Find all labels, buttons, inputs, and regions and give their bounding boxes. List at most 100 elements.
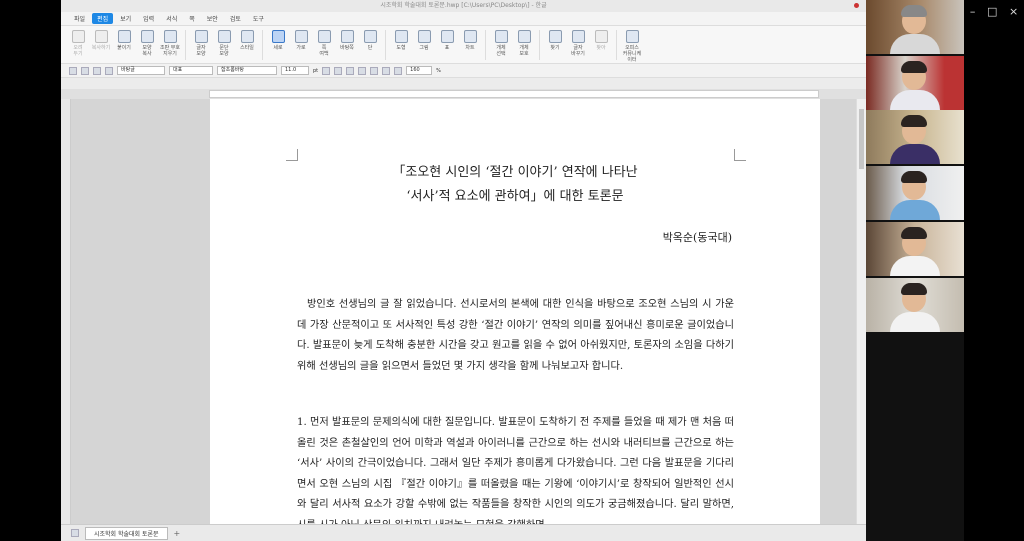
add-tab-button[interactable]: + [174,529,181,538]
page-nav-icon[interactable] [71,529,79,537]
ribbon-separator [616,30,617,60]
hwp-window: 시조학회 학술대회 토론문.hwp [C:\Users\PC\Desktop\]… [61,0,866,541]
open-icon[interactable] [81,66,89,75]
menu-item[interactable]: 편집 [92,13,114,24]
horizontal-ruler[interactable] [209,90,819,98]
document-title-line1: 「조오현 시인의 ‘절간 이야기’ 연작에 나타난 [392,165,638,180]
save-icon[interactable] [93,66,101,75]
ribbon-button[interactable]: 차트 [459,30,481,51]
ribbon-icon [594,30,608,43]
participant-video[interactable] [866,56,964,110]
ribbon-icon [625,30,639,43]
ribbon-button[interactable]: 표 [436,30,458,51]
ribbon-separator [385,30,386,60]
font-select[interactable]: 함초롬바탕 [217,66,277,75]
crop-mark [734,149,746,161]
ribbon-button[interactable]: 쪽 여백 [313,30,335,57]
ribbon-button[interactable]: 그림 [413,30,435,51]
format-bar: 바탕글 대표 함초롬바탕 11.0 pt 160 % [61,64,866,78]
ribbon-label: 조판 부호 지우기 [160,45,180,57]
ribbon-icon [163,30,177,43]
ribbon-label: 차트 [465,45,475,51]
ribbon-icon [417,30,431,43]
ribbon-button[interactable]: 붙이기 [113,30,135,51]
script-select[interactable]: 대표 [169,66,213,75]
align-left-icon[interactable] [370,66,379,75]
style-select[interactable]: 바탕글 [117,66,165,75]
font-size-input[interactable]: 11.0 [281,66,309,75]
menu-item[interactable]: 검토 [225,13,246,24]
participant-video[interactable] [866,110,964,164]
ribbon-label: 개체 선택 [496,45,506,57]
ribbon-label: 복사하기 [91,45,111,51]
ribbon-icon [294,30,308,43]
ribbon-icon [117,30,131,43]
ribbon-label: 모양 복사 [142,45,152,57]
underline-icon[interactable] [346,66,355,75]
ribbon-label: 스타일 [240,45,254,51]
vertical-ruler[interactable] [61,99,71,524]
ribbon-button[interactable]: 찾아 [590,30,612,51]
scrollbar-thumb[interactable] [859,109,864,169]
ribbon-icon [440,30,454,43]
menu-item[interactable]: 보기 [115,13,136,24]
ribbon-button[interactable]: 도형 [390,30,412,51]
close-icon[interactable]: × [1009,5,1018,18]
menu-item[interactable]: 입력 [138,13,159,24]
ribbon-button[interactable]: 가로 [290,30,312,51]
ribbon-button[interactable]: 찾기 [544,30,566,51]
window-controls: – □ × [964,0,1024,22]
minimize-icon[interactable]: – [970,5,976,18]
menu-item[interactable]: 파일 [69,13,90,24]
ribbon-label: 개체 보호 [519,45,529,57]
maximize-icon[interactable]: □ [987,5,997,18]
ribbon-button[interactable]: 조판 부호 지우기 [159,30,181,57]
ribbon-button[interactable]: 스타일 [236,30,258,51]
document-page[interactable]: 「조오현 시인의 ‘절간 이야기’ 연작에 나타난 ‘서사’적 요소에 관하여」… [210,99,820,524]
participant-video[interactable] [866,166,964,220]
ribbon-button[interactable]: 오피스 커뮤니케이터 [621,30,643,63]
document-tab[interactable]: 시조학회 학술대회 토론문 [85,526,168,540]
ribbon-button[interactable]: 복사하기 [90,30,112,51]
ribbon-label: 찾아 [596,45,606,51]
align-center-icon[interactable] [382,66,391,75]
ribbon-button[interactable]: 단 [359,30,381,51]
ribbon-label: 오려 두기 [73,45,83,57]
window-title: 시조학회 학술대회 토론문.hwp [C:\Users\PC\Desktop\]… [61,0,866,12]
new-doc-icon[interactable] [69,66,77,75]
menu-item[interactable]: 쪽 [184,13,200,24]
zoom-input[interactable]: 160 [406,66,433,75]
participant-video[interactable] [866,0,964,54]
align-right-icon[interactable] [394,66,403,75]
print-icon[interactable] [105,66,113,75]
ribbon-button[interactable]: 문단 모양 [213,30,235,57]
ribbon-button[interactable]: 개체 선택 [490,30,512,57]
align-justify-icon[interactable] [358,66,367,75]
menu-item[interactable]: 도구 [248,13,269,24]
ribbon-icon [240,30,254,43]
ribbon-label: 세로 [273,45,283,51]
ribbon-button[interactable]: 바탕쪽 [336,30,358,51]
ribbon-label: 붙이기 [117,45,131,51]
ribbon-button[interactable]: 글자 바꾸기 [567,30,589,57]
menu-item[interactable]: 보안 [202,13,223,24]
ribbon-icon [463,30,477,43]
ribbon-label: 단 [367,45,373,51]
ribbon-icon [394,30,408,43]
ribbon-icon [571,30,585,43]
participant-video[interactable] [866,278,964,332]
italic-icon[interactable] [334,66,343,75]
participant-video[interactable] [866,222,964,276]
status-bar: 시조학회 학술대회 토론문 + [61,524,866,541]
ribbon-separator [185,30,186,60]
ribbon-button[interactable]: 개체 보호 [513,30,535,57]
bold-icon[interactable] [322,66,331,75]
ribbon-button[interactable]: 오려 두기 [67,30,89,57]
ribbon-button[interactable]: 세로 [267,30,289,51]
zoom-unit: % [436,67,441,74]
ribbon-button[interactable]: 모양 복사 [136,30,158,57]
menu-item[interactable]: 서식 [161,13,182,24]
vertical-scrollbar[interactable] [856,99,866,524]
ribbon-button[interactable]: 글자 모양 [190,30,212,57]
ribbon-label: 문단 모양 [219,45,229,57]
